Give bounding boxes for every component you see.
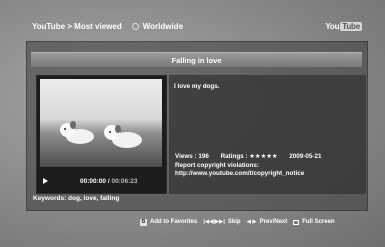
keywords: Keywords: dog, love, falling	[33, 195, 120, 202]
video-player[interactable]: 00:00:00 / 00:06:23	[36, 75, 167, 194]
prev-next-label: Prev/Next	[259, 219, 288, 225]
play-icon[interactable]	[43, 178, 48, 184]
skip-label: Skip	[227, 219, 241, 225]
player-controls: 00:00:00 / 00:06:23	[37, 171, 166, 191]
rating-stars: ★★★★★	[249, 153, 278, 160]
full-screen-hint[interactable]: Full Screen	[293, 219, 335, 225]
description-panel: I love my dogs. Views : 196 Ratings : ★★…	[169, 75, 366, 194]
upload-date: 2009-05-21	[289, 153, 322, 160]
report-label: Report copyright violations:	[175, 161, 259, 169]
video-title-bar: Falling in love	[31, 52, 362, 67]
report-url: http://www.youtube.com/t/copyright_notic…	[175, 170, 305, 178]
logo-you-text: You	[325, 21, 340, 31]
add-to-favorites-hint[interactable]: B Add to Favorites	[140, 218, 198, 226]
prev-next-hint[interactable]: ◀ ▶ Prev/Next	[247, 219, 288, 225]
header-bar: YouTube > Most viewed Worldwide You Tube	[26, 11, 366, 41]
full-screen-icon	[293, 219, 300, 225]
add-to-favorites-label: Add to Favorites	[150, 219, 198, 225]
playback-time: 00:00:00 / 00:06:23	[80, 178, 137, 185]
views-count: Views : 196	[175, 153, 209, 160]
skip-icon: |◀◀|▶▶|	[203, 219, 225, 225]
b-key-icon: B	[140, 218, 147, 226]
footer-help-bar: B Add to Favorites |◀◀|▶▶| Skip ◀ ▶ Prev…	[140, 216, 370, 228]
video-description: I love my dogs.	[174, 83, 220, 90]
current-time: 00:00:00	[80, 177, 107, 185]
full-screen-label: Full Screen	[302, 219, 335, 225]
video-title: Falling in love	[171, 55, 222, 65]
globe-icon	[131, 22, 139, 30]
skip-hint[interactable]: |◀◀|▶▶| Skip	[203, 219, 240, 225]
region-label: Worldwide	[142, 21, 184, 31]
breadcrumb[interactable]: YouTube > Most viewed	[32, 22, 122, 31]
logo-tube-text: Tube	[340, 21, 362, 31]
prev-next-icon: ◀ ▶	[246, 219, 257, 225]
video-thumbnail[interactable]	[40, 79, 162, 167]
video-meta: Views : 196 Ratings : ★★★★★ 2009-05-21 R…	[175, 153, 321, 179]
youtube-logo: You Tube	[325, 21, 362, 31]
ratings-label: Ratings :	[220, 153, 248, 160]
total-time: 00:06:23	[111, 177, 138, 185]
